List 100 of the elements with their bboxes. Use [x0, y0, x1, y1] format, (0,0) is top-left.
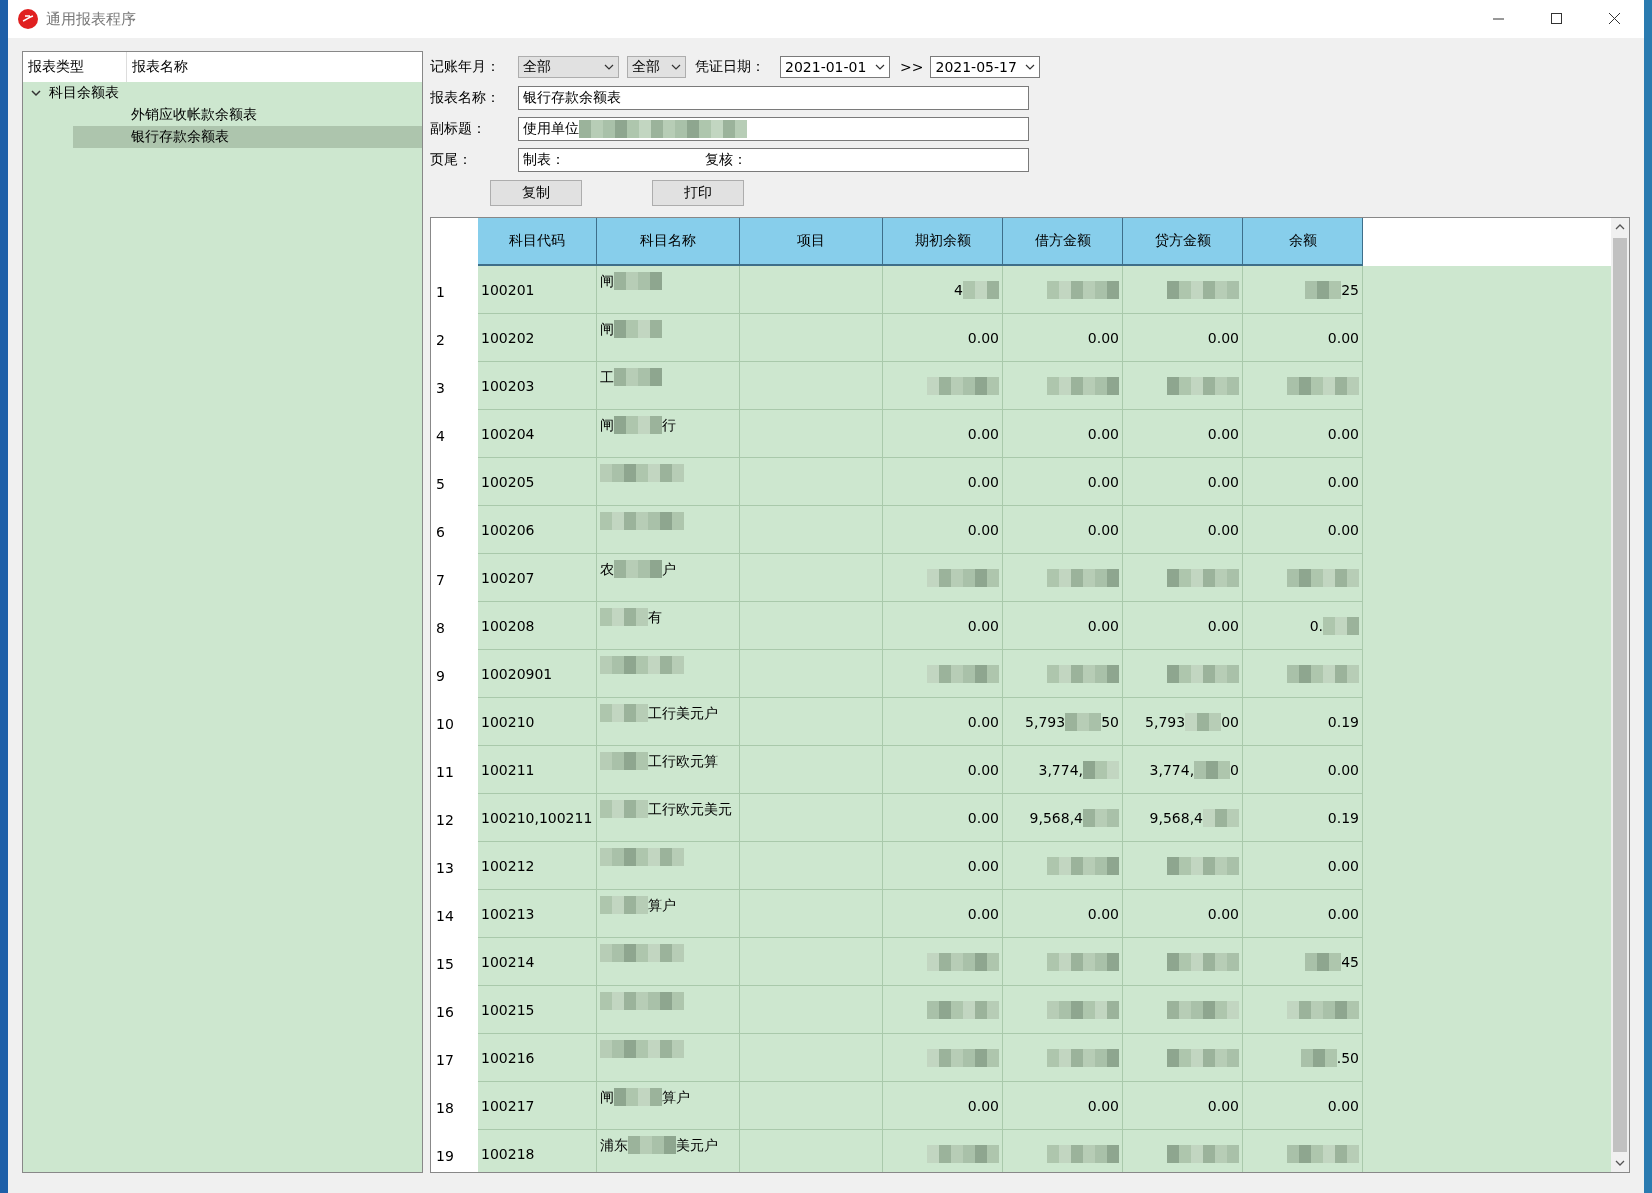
redaction-mosaic [927, 1000, 999, 1019]
column-header[interactable]: 科目名称 [597, 218, 740, 266]
cell-text: 有 [648, 608, 662, 626]
cell-text: 0.00 [967, 473, 999, 490]
cell-text: 10020901 [481, 665, 553, 682]
column-header[interactable]: 科目代码 [478, 218, 597, 266]
caret-icon [875, 63, 885, 70]
scrollbar-thumb[interactable] [1613, 238, 1627, 1152]
cell-text: 0.00 [1327, 1097, 1359, 1114]
cell-text: 闸 [600, 320, 614, 338]
cell-text: 0.19 [1327, 713, 1359, 730]
field-label: 记账年月： [430, 57, 501, 76]
cell-text: 0.00 [1327, 425, 1359, 442]
cell-text: 浦东 [600, 1136, 628, 1154]
cell-text: 0 [1230, 761, 1239, 778]
window-title: 通用报表程序 [46, 9, 137, 29]
redaction-mosaic [600, 752, 648, 770]
tree-item[interactable]: 科目余额表 [23, 82, 422, 104]
tree-item[interactable]: 银行存款余额表 [73, 126, 422, 148]
action-button[interactable]: 复制 [490, 180, 582, 206]
cell-text: 25 [1341, 281, 1359, 298]
row-number: 14 [431, 890, 478, 938]
cell-text: 0.00 [967, 857, 999, 874]
footer-field[interactable]: 制表： 复核： [518, 147, 1029, 172]
redaction-mosaic [1167, 664, 1239, 683]
redaction-mosaic [927, 1144, 999, 1163]
cell-text: 3,774, [1038, 761, 1083, 778]
cell-text: 0.00 [1087, 473, 1119, 490]
redaction-mosaic [1203, 808, 1239, 827]
cell-text: 100213 [481, 905, 535, 922]
cell-text: 工 [600, 368, 614, 386]
cell-text: 户 [662, 560, 676, 578]
redaction-mosaic [1047, 1048, 1119, 1067]
row-number: 3 [431, 362, 478, 410]
row-number: 19 [431, 1130, 478, 1172]
date-picker[interactable]: 2021-05-17 [930, 55, 1041, 78]
redaction-mosaic [1287, 568, 1359, 587]
cell-text: 0.00 [1087, 521, 1119, 538]
column-header[interactable]: 借方金额 [1003, 218, 1123, 266]
tree-label: 科目余额表 [49, 84, 119, 102]
cell-text: 100210,100211 [481, 809, 593, 826]
row-number: 1 [431, 266, 478, 314]
column-header[interactable]: 余额 [1243, 218, 1363, 266]
date-picker[interactable]: 2021-01-01 [780, 55, 890, 78]
row-number: 11 [431, 746, 478, 794]
row-number: 6 [431, 506, 478, 554]
redaction-mosaic [1167, 1144, 1239, 1163]
cell-text: 0.00 [967, 617, 999, 634]
field-label: 凭证日期： [695, 57, 766, 76]
month-dropdown[interactable]: 全部 [627, 55, 686, 78]
redaction-mosaic [628, 1136, 676, 1154]
cell-text: 工行美元 [648, 704, 704, 722]
cell-text: 0.00 [967, 521, 999, 538]
cell-text: 农 [600, 560, 614, 578]
close-icon[interactable] [1609, 13, 1621, 25]
scrollbar[interactable] [1611, 218, 1629, 1172]
redaction-mosaic [1305, 280, 1342, 299]
redaction-mosaic [614, 368, 662, 386]
cell-text: 0.00 [1087, 1097, 1119, 1114]
row-number: 13 [431, 842, 478, 890]
cell-text: 00 [1221, 713, 1239, 730]
cell-text: 100211 [481, 761, 535, 778]
cell-text: 行 [662, 416, 676, 434]
column-header[interactable]: 贷方金额 [1123, 218, 1243, 266]
row-number: 17 [431, 1034, 478, 1082]
cell-text: 0.00 [967, 425, 999, 442]
subtitle-field[interactable]: 使用单位 [518, 116, 1029, 141]
redaction-mosaic [1287, 376, 1359, 395]
cell-text: 0.00 [1327, 857, 1359, 874]
cell-text: 0.00 [967, 761, 999, 778]
action-button[interactable]: 打印 [652, 180, 744, 206]
redaction-mosaic [1047, 856, 1119, 875]
column-header[interactable]: 项目 [740, 218, 883, 266]
redaction-mosaic [1047, 376, 1119, 395]
cell-text: 9,568,4 [1029, 809, 1083, 826]
cell-text: 0.19 [1327, 809, 1359, 826]
maximize-icon[interactable] [1551, 13, 1563, 25]
app-icon [18, 9, 38, 29]
cell-text: 0.00 [1207, 521, 1239, 538]
redaction-mosaic [1167, 1000, 1239, 1019]
cell-text: 0.00 [967, 809, 999, 826]
tree-item[interactable]: 外销应收帐款余额表 [73, 104, 422, 126]
redaction-mosaic [1083, 760, 1119, 779]
cell-text: 5,793 [1145, 713, 1186, 730]
row-number: 10 [431, 698, 478, 746]
redaction-mosaic [1047, 952, 1119, 971]
report-name-field[interactable]: 银行存款余额表 [518, 85, 1029, 110]
cell-text: 0.00 [1327, 473, 1359, 490]
cell-text: 算 [648, 896, 662, 914]
cell-text: 100206 [481, 521, 535, 538]
field-label: 副标题： [430, 119, 487, 138]
year-dropdown[interactable]: 全部 [518, 55, 619, 78]
column-header[interactable]: 期初余额 [883, 218, 1003, 266]
redaction-mosaic [614, 416, 662, 434]
column-header[interactable]: 报表名称 [127, 52, 188, 82]
cell-text: 0.00 [1087, 425, 1119, 442]
cell-text: 100217 [481, 1097, 535, 1114]
column-header[interactable]: 报表类型 [23, 52, 127, 82]
cell-text: 100205 [481, 473, 535, 490]
cell-text: 0.00 [1087, 905, 1119, 922]
